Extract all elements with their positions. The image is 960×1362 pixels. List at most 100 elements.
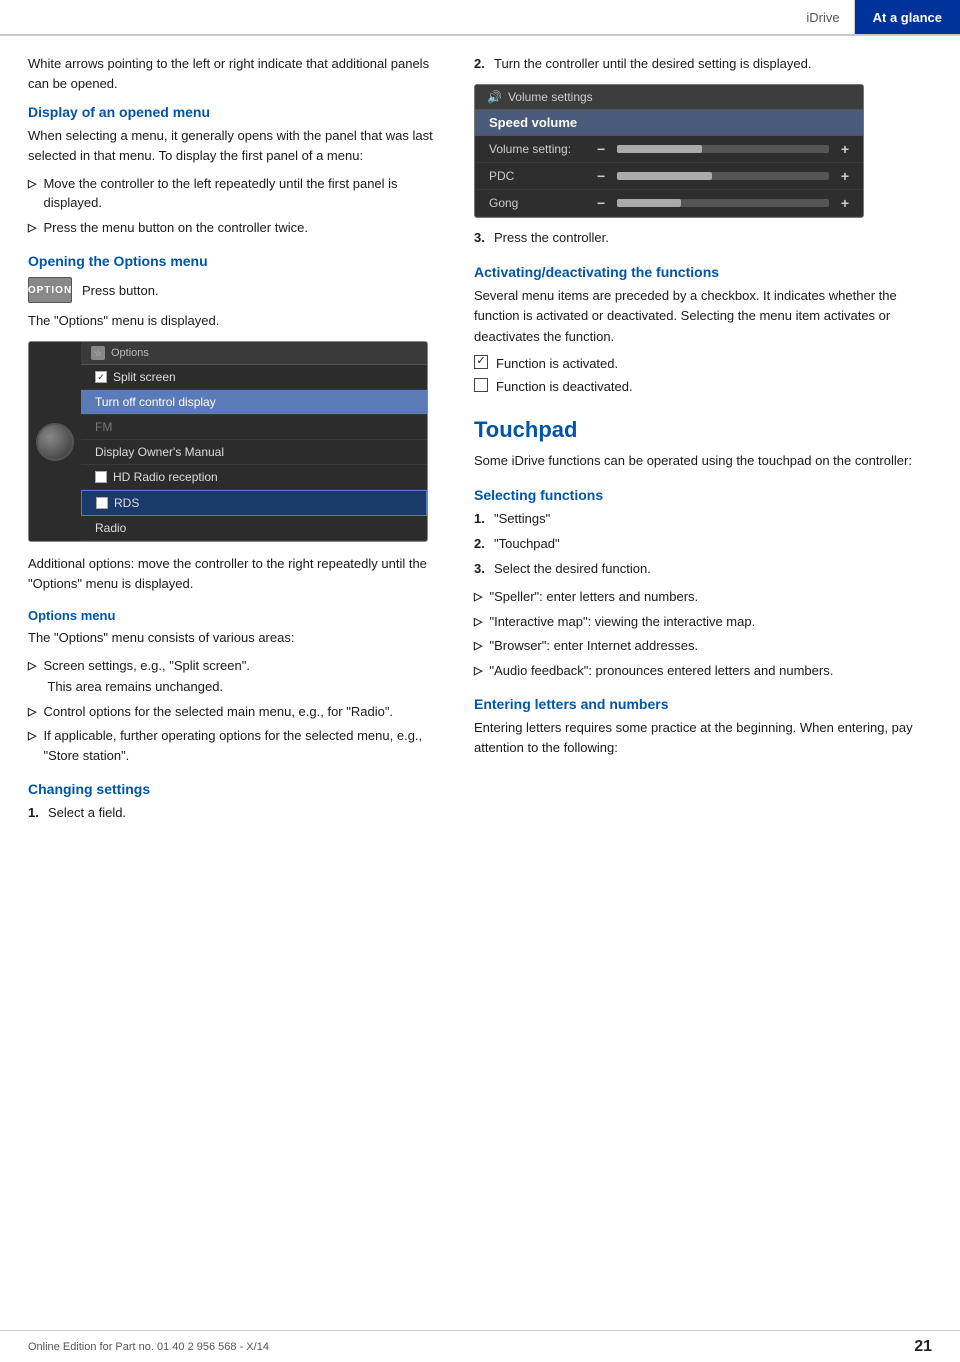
bullet-content: Screen settings, e.g., "Split screen". T… — [43, 656, 250, 697]
menu-item-label: Display Owner's Manual — [95, 445, 224, 459]
bullet-text: "Audio feedback": pronounces entered let… — [489, 661, 833, 681]
bullet-text: Press the menu button on the controller … — [43, 218, 307, 238]
volume-settings-screenshot: 🔊 Volume settings Speed volume Volume se… — [474, 84, 864, 218]
checkbox-unchecked-icon — [95, 471, 107, 483]
bullet-item: ▷ If applicable, further operating optio… — [28, 726, 440, 765]
option-button-image: OPTION — [28, 277, 72, 303]
display-opened-menu-bullets: ▷ Move the controller to the left repeat… — [28, 174, 440, 238]
menu-item-rds: RDS — [81, 490, 427, 516]
menu-title-text: Options — [111, 347, 149, 359]
vol-label: PDC — [489, 169, 589, 183]
step-number: 3. — [474, 559, 488, 579]
step-3-list: 3. Press the controller. — [474, 228, 932, 248]
vol-bar — [617, 145, 829, 153]
bullet-arrow-icon: ▷ — [28, 176, 36, 213]
vol-minus-icon: − — [597, 141, 605, 157]
bullet-arrow-icon: ▷ — [474, 589, 482, 607]
header-ataglance-label: At a glance — [855, 0, 960, 34]
step-text: Press the controller. — [494, 228, 609, 248]
options-menu-screenshot: ☆ Options ✓ Split screen Turn off contro… — [28, 341, 428, 542]
controller-knob-icon — [36, 423, 74, 461]
step-number: 1. — [474, 509, 488, 529]
gong-item: Gong − + — [475, 190, 863, 217]
page-header: iDrive At a glance — [0, 0, 960, 36]
vol-bar-fill — [617, 199, 680, 207]
bullet-text: "Interactive map": viewing the interacti… — [489, 612, 755, 632]
bullet-item: ▷ "Audio feedback": pronounces entered l… — [474, 661, 932, 681]
step-text: "Touchpad" — [494, 534, 560, 554]
step-2: 2. Turn the controller until the desired… — [474, 54, 932, 74]
pdc-item: PDC − + — [475, 163, 863, 190]
vol-label: Gong — [489, 196, 589, 210]
step-sf-3: 3. Select the desired function. — [474, 559, 932, 579]
step-number: 1. — [28, 803, 42, 823]
volume-setting-item: Volume setting: − + — [475, 136, 863, 163]
activating-heading: Activating/deactivating the functions — [474, 264, 932, 280]
menu-item-display-owners: Display Owner's Manual — [81, 440, 427, 465]
selecting-functions-steps: 1. "Settings" 2. "Touchpad" 3. Select th… — [474, 509, 932, 579]
options-menu-bullets: ▷ Screen settings, e.g., "Split screen".… — [28, 656, 440, 766]
activated-row: ✓ Function is activated. — [474, 354, 932, 374]
press-button-text: Press button. — [82, 283, 159, 298]
vol-plus-icon: + — [841, 168, 849, 184]
step-text: Turn the controller until the desired se… — [494, 54, 811, 74]
bullet-arrow-icon: ▷ — [474, 614, 482, 632]
vol-label: Volume setting: — [489, 142, 589, 156]
changing-settings-heading: Changing settings — [28, 781, 440, 797]
selecting-functions-subbullets: ▷ "Speller": enter letters and numbers. … — [474, 587, 932, 680]
vol-bar — [617, 199, 829, 207]
additional-options-text: Additional options: move the controller … — [28, 554, 440, 594]
bullet-text: "Speller": enter letters and numbers. — [489, 587, 698, 607]
step-number: 3. — [474, 228, 488, 248]
menu-item-turn-off: Turn off control display — [81, 390, 427, 415]
step-text: Select the desired function. — [494, 559, 651, 579]
opening-options-heading: Opening the Options menu — [28, 253, 440, 269]
menu-item-label: HD Radio reception — [113, 470, 218, 484]
entering-letters-heading: Entering letters and numbers — [474, 696, 932, 712]
menu-title-bar: ☆ Options — [81, 342, 427, 365]
step-3: 3. Press the controller. — [474, 228, 932, 248]
unchecked-checkbox-icon — [474, 378, 488, 392]
header-idrive-label: iDrive — [792, 0, 854, 34]
bullet-item: ▷ "Speller": enter letters and numbers. — [474, 587, 932, 607]
intro-text: White arrows pointing to the left or rig… — [28, 54, 440, 94]
bullet-text: If applicable, further operating options… — [43, 726, 440, 765]
step-sf-1: 1. "Settings" — [474, 509, 932, 529]
bullet-item: ▷ "Interactive map": viewing the interac… — [474, 612, 932, 632]
bullet-text: Control options for the selected main me… — [43, 702, 393, 722]
step-text: Select a field. — [48, 803, 126, 823]
touchpad-heading: Touchpad — [474, 417, 932, 443]
right-column: 2. Turn the controller until the desired… — [460, 54, 960, 831]
activating-body: Several menu items are preceded by a che… — [474, 286, 932, 346]
bullet-arrow-icon: ▷ — [28, 728, 36, 765]
menu-item-radio: Radio — [81, 516, 427, 541]
option-btn-row: OPTION Press button. — [28, 277, 440, 303]
bullet-arrow-icon: ▷ — [474, 663, 482, 681]
checked-checkbox-icon: ✓ — [474, 355, 488, 369]
step-number: 2. — [474, 54, 488, 74]
bullet-arrow-icon: ▷ — [28, 220, 36, 238]
touchpad-body: Some iDrive functions can be operated us… — [474, 451, 932, 471]
bullet-main-text: Screen settings, e.g., "Split screen". — [43, 656, 250, 676]
display-opened-menu-heading: Display of an opened menu — [28, 104, 440, 120]
bullet-text: Move the controller to the left repeated… — [43, 174, 440, 213]
display-opened-menu-body: When selecting a menu, it generally open… — [28, 126, 440, 166]
step-number: 2. — [474, 534, 488, 554]
menu-item-split-screen: ✓ Split screen — [81, 365, 427, 390]
entering-letters-body: Entering letters requires some practice … — [474, 718, 932, 758]
page-footer: Online Edition for Part no. 01 40 2 956 … — [0, 1330, 960, 1362]
menu-item-fm: FM — [81, 415, 427, 440]
menu-title-icon: ☆ — [91, 346, 105, 360]
volume-title-bar: 🔊 Volume settings — [475, 85, 863, 110]
vol-plus-icon: + — [841, 195, 849, 211]
bullet-sub-text: This area remains unchanged. — [43, 677, 250, 697]
bullet-arrow-icon: ▷ — [474, 638, 482, 656]
options-menu-body: The "Options" menu consists of various a… — [28, 628, 440, 648]
vol-minus-icon: − — [597, 195, 605, 211]
options-displayed-text: The "Options" menu is displayed. — [28, 311, 440, 331]
vol-bar-fill — [617, 145, 702, 153]
menu-item-label: RDS — [114, 496, 139, 510]
menu-with-controller: ☆ Options ✓ Split screen Turn off contro… — [29, 342, 427, 541]
menu-item-label: Turn off control display — [95, 395, 216, 409]
bullet-item: ▷ Control options for the selected main … — [28, 702, 440, 722]
